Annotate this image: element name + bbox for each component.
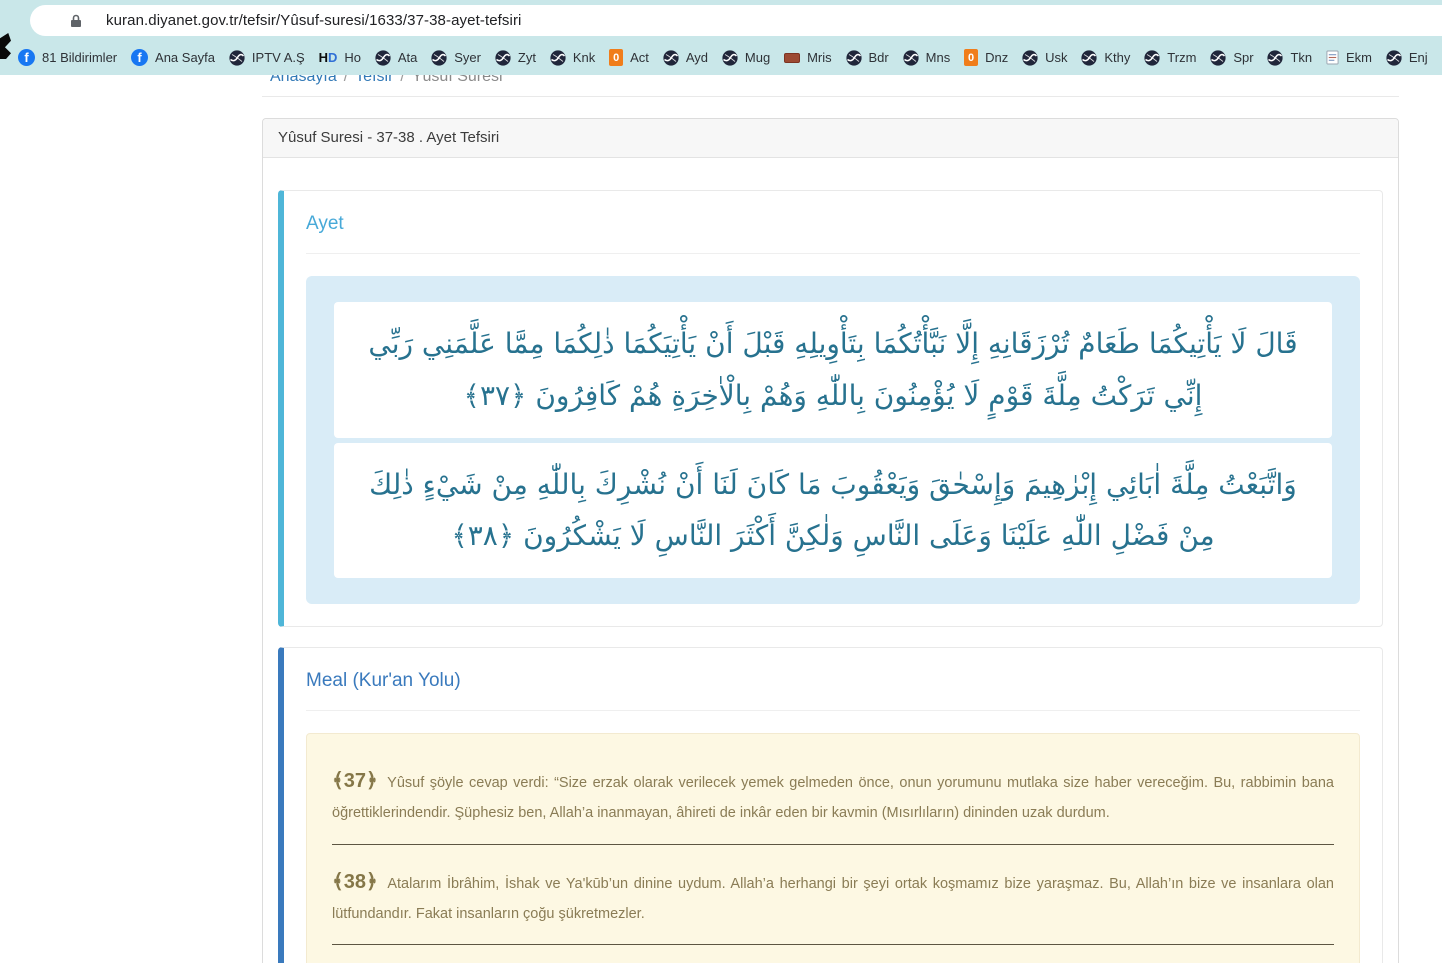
bookmark-bdr[interactable]: Bdr xyxy=(842,48,893,68)
bookmark-usk[interactable]: Usk xyxy=(1018,48,1071,68)
bookmark-label: Spr xyxy=(1233,50,1253,65)
bookmark-label: Knk xyxy=(573,50,595,65)
bookmark-ata[interactable]: Ata xyxy=(371,48,422,68)
globe-icon xyxy=(229,50,245,66)
bookmark-label: Zyt xyxy=(518,50,536,65)
globe-icon xyxy=(1022,50,1038,66)
globe-icon xyxy=(663,50,679,66)
bookmark-zyt[interactable]: Zyt xyxy=(491,48,540,68)
orange-zero-icon: 0 xyxy=(609,49,623,66)
page-title: Yûsuf Suresi - 37-38 . Ayet Tefsiri xyxy=(263,119,1398,158)
document-icon xyxy=(1326,50,1339,65)
meal-verse-38: ﴾38﴿ Atalarım İbrâhim, İshak ve Ya'kūb’u… xyxy=(332,863,1334,946)
bookmark-kthy[interactable]: Kthy xyxy=(1077,48,1134,68)
arabic-verse-37-text: قَالَ لَا يَأْتِيكُمَا طَعَامٌ تُرْزَقَا… xyxy=(360,318,1306,422)
bookmark-spr[interactable]: Spr xyxy=(1206,48,1257,68)
panel-body: Ayet قَالَ لَا يَأْتِيكُمَا طَعَامٌ تُرْ… xyxy=(263,158,1398,963)
bookmark-label: Ata xyxy=(398,50,418,65)
divider xyxy=(306,710,1360,711)
bookmark-label: Act xyxy=(630,50,649,65)
globe-icon xyxy=(722,50,738,66)
bookmark-81-bildirimler[interactable]: f 81 Bildirimler xyxy=(14,47,121,68)
bookmark-enj[interactable]: Enj xyxy=(1382,48,1432,68)
meal-section-title: Meal (Kur'an Yolu) xyxy=(306,670,1360,692)
bookmark-tkn[interactable]: Tkn xyxy=(1263,48,1316,68)
address-bar[interactable]: kuran.diyanet.gov.tr/tefsir/Yûsuf-suresi… xyxy=(30,5,1442,36)
bookmark-iptv-a-[interactable]: IPTV A.Ş xyxy=(225,48,309,68)
globe-icon xyxy=(1267,50,1283,66)
facebook-icon: f xyxy=(18,49,35,66)
globe-icon xyxy=(1081,50,1097,66)
bookmark-label: Ana Sayfa xyxy=(155,50,215,65)
bookmark-label: Tkn xyxy=(1290,50,1312,65)
bookmark-label: Ho xyxy=(344,50,361,65)
ayet-box: قَالَ لَا يَأْتِيكُمَا طَعَامٌ تُرْزَقَا… xyxy=(306,276,1360,604)
globe-icon xyxy=(1210,50,1226,66)
bookmark-mug[interactable]: Mug xyxy=(718,48,774,68)
globe-icon xyxy=(1386,50,1402,66)
bookmark-ho[interactable]: HD Ho xyxy=(315,48,365,67)
bookmark-act[interactable]: 0 Act xyxy=(605,47,653,68)
page-content: Anasayfa/Tefsir/Yûsuf Suresi Yûsuf Sures… xyxy=(0,0,1442,963)
bookmark-label: Mug xyxy=(745,50,770,65)
bookmark-label: Enj xyxy=(1409,50,1428,65)
bookmark-trzm[interactable]: Trzm xyxy=(1140,48,1200,68)
globe-icon xyxy=(846,50,862,66)
bookmark-mris[interactable]: Mris xyxy=(780,48,836,67)
arabic-verse-38-text: وَاتَّبَعْتُ مِلَّةَ اٰبَائِي إِبْرٰهِيم… xyxy=(360,459,1306,563)
bookmarks-bar: f 81 Bildirimler f Ana Sayfa IPTV A.Ş HD Ho Ata… xyxy=(0,40,1442,75)
globe-icon xyxy=(1144,50,1160,66)
tefsir-panel: Yûsuf Suresi - 37-38 . Ayet Tefsiri Ayet… xyxy=(262,118,1399,963)
meal-section: Meal (Kur'an Yolu) ﴾37﴿ Yûsuf şöyle ceva… xyxy=(278,647,1383,963)
globe-icon xyxy=(431,50,447,66)
meal-verse-38-text: Atalarım İbrâhim, İshak ve Ya'kūb’un din… xyxy=(332,876,1334,922)
hd-icon: HD xyxy=(319,50,338,65)
browser-chrome: kuran.diyanet.gov.tr/tefsir/Yûsuf-suresi… xyxy=(0,0,1442,75)
globe-icon xyxy=(375,50,391,66)
bookmark-mns[interactable]: Mns xyxy=(899,48,955,68)
bookmark-label: Ayd xyxy=(686,50,708,65)
ayet-section-title: Ayet xyxy=(306,213,1360,235)
facebook-icon: f xyxy=(131,49,148,66)
bookmark-label: Kthy xyxy=(1104,50,1130,65)
globe-icon xyxy=(550,50,566,66)
meal-verse-37-text: Yûsuf şöyle cevap verdi: “Size erzak ola… xyxy=(332,775,1334,821)
bookmark-label: Trzm xyxy=(1167,50,1196,65)
lock-icon[interactable] xyxy=(70,14,84,28)
orange-zero-icon: 0 xyxy=(964,49,978,66)
address-bar-row: kuran.diyanet.gov.tr/tefsir/Yûsuf-suresi… xyxy=(0,0,1442,40)
meal-box: ﴾37﴿ Yûsuf şöyle cevap verdi: “Size erza… xyxy=(306,733,1360,963)
globe-icon xyxy=(495,50,511,66)
meal-verse-37: ﴾37﴿ Yûsuf şöyle cevap verdi: “Size erza… xyxy=(332,762,1334,845)
bookmark-label: Bdr xyxy=(869,50,889,65)
arabic-verse-38: وَاتَّبَعْتُ مِلَّةَ اٰبَائِي إِبْرٰهِيم… xyxy=(334,443,1332,579)
bookmark-ekm[interactable]: Ekm xyxy=(1322,48,1376,67)
bookmark-label: Mns xyxy=(926,50,951,65)
meal-verse-37-number: ﴾37﴿ xyxy=(332,770,378,792)
bookmark-ayd[interactable]: Ayd xyxy=(659,48,712,68)
meal-divider xyxy=(332,944,1334,945)
bookmark-label: IPTV A.Ş xyxy=(252,50,305,65)
globe-icon xyxy=(903,50,919,66)
bookmark-label: Mris xyxy=(807,50,832,65)
divider xyxy=(306,253,1360,254)
bookmark-label: 81 Bildirimler xyxy=(42,50,117,65)
bookmark-dnz[interactable]: 0 Dnz xyxy=(960,47,1012,68)
bookmark-label: Dnz xyxy=(985,50,1008,65)
meal-verse-38-number: ﴾38﴿ xyxy=(332,871,378,893)
bookmark-label: Syer xyxy=(454,50,481,65)
bookmark-knk[interactable]: Knk xyxy=(546,48,599,68)
misc-icon xyxy=(784,53,800,63)
ayet-section: Ayet قَالَ لَا يَأْتِيكُمَا طَعَامٌ تُرْ… xyxy=(278,190,1383,627)
bookmark-label: Ekm xyxy=(1346,50,1372,65)
bookmark-ana-sayfa[interactable]: f Ana Sayfa xyxy=(127,47,219,68)
bookmark-label: Usk xyxy=(1045,50,1067,65)
url-text[interactable]: kuran.diyanet.gov.tr/tefsir/Yûsuf-suresi… xyxy=(106,12,521,29)
arabic-verse-37: قَالَ لَا يَأْتِيكُمَا طَعَامٌ تُرْزَقَا… xyxy=(334,302,1332,438)
meal-divider xyxy=(332,844,1334,845)
bookmark-syer[interactable]: Syer xyxy=(427,48,485,68)
